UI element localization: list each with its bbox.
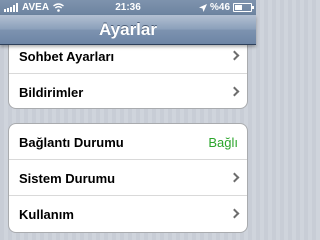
row-sistem-durumu[interactable]: Sistem Durumu <box>9 160 247 196</box>
connection-status-value: Bağlı <box>208 135 238 150</box>
row-label: Sistem Durumu <box>19 171 116 186</box>
row-label: Kullanım <box>19 207 74 222</box>
status-bar: AVEA 21:36 %46 <box>0 0 256 15</box>
battery-fill <box>235 5 242 10</box>
settings-group-1: Sohbet Ayarları Bildirimler <box>8 37 248 109</box>
status-right: %46 <box>198 2 254 13</box>
row-label: Bildirimler <box>19 85 84 100</box>
settings-group-2: Bağlantı Durumu Bağlı Sistem Durumu Kull… <box>8 123 248 233</box>
location-arrow-icon <box>198 3 207 12</box>
row-label: Bağlantı Durumu <box>19 135 124 150</box>
battery-percent: %46 <box>209 2 230 13</box>
page-title: Ayarlar <box>99 20 157 39</box>
row-kullanim[interactable]: Kullanım <box>9 196 247 232</box>
chevron-right-icon <box>229 208 240 219</box>
battery-icon <box>233 3 254 12</box>
row-baglanti-durumu[interactable]: Bağlantı Durumu Bağlı <box>9 124 247 160</box>
navigation-bar: Ayarlar <box>0 15 256 45</box>
chevron-right-icon <box>229 86 240 97</box>
row-bildirimler[interactable]: Bildirimler <box>9 74 247 108</box>
row-label: Sohbet Ayarları <box>19 49 115 64</box>
chevron-right-icon <box>229 50 240 61</box>
chevron-right-icon <box>229 172 240 183</box>
